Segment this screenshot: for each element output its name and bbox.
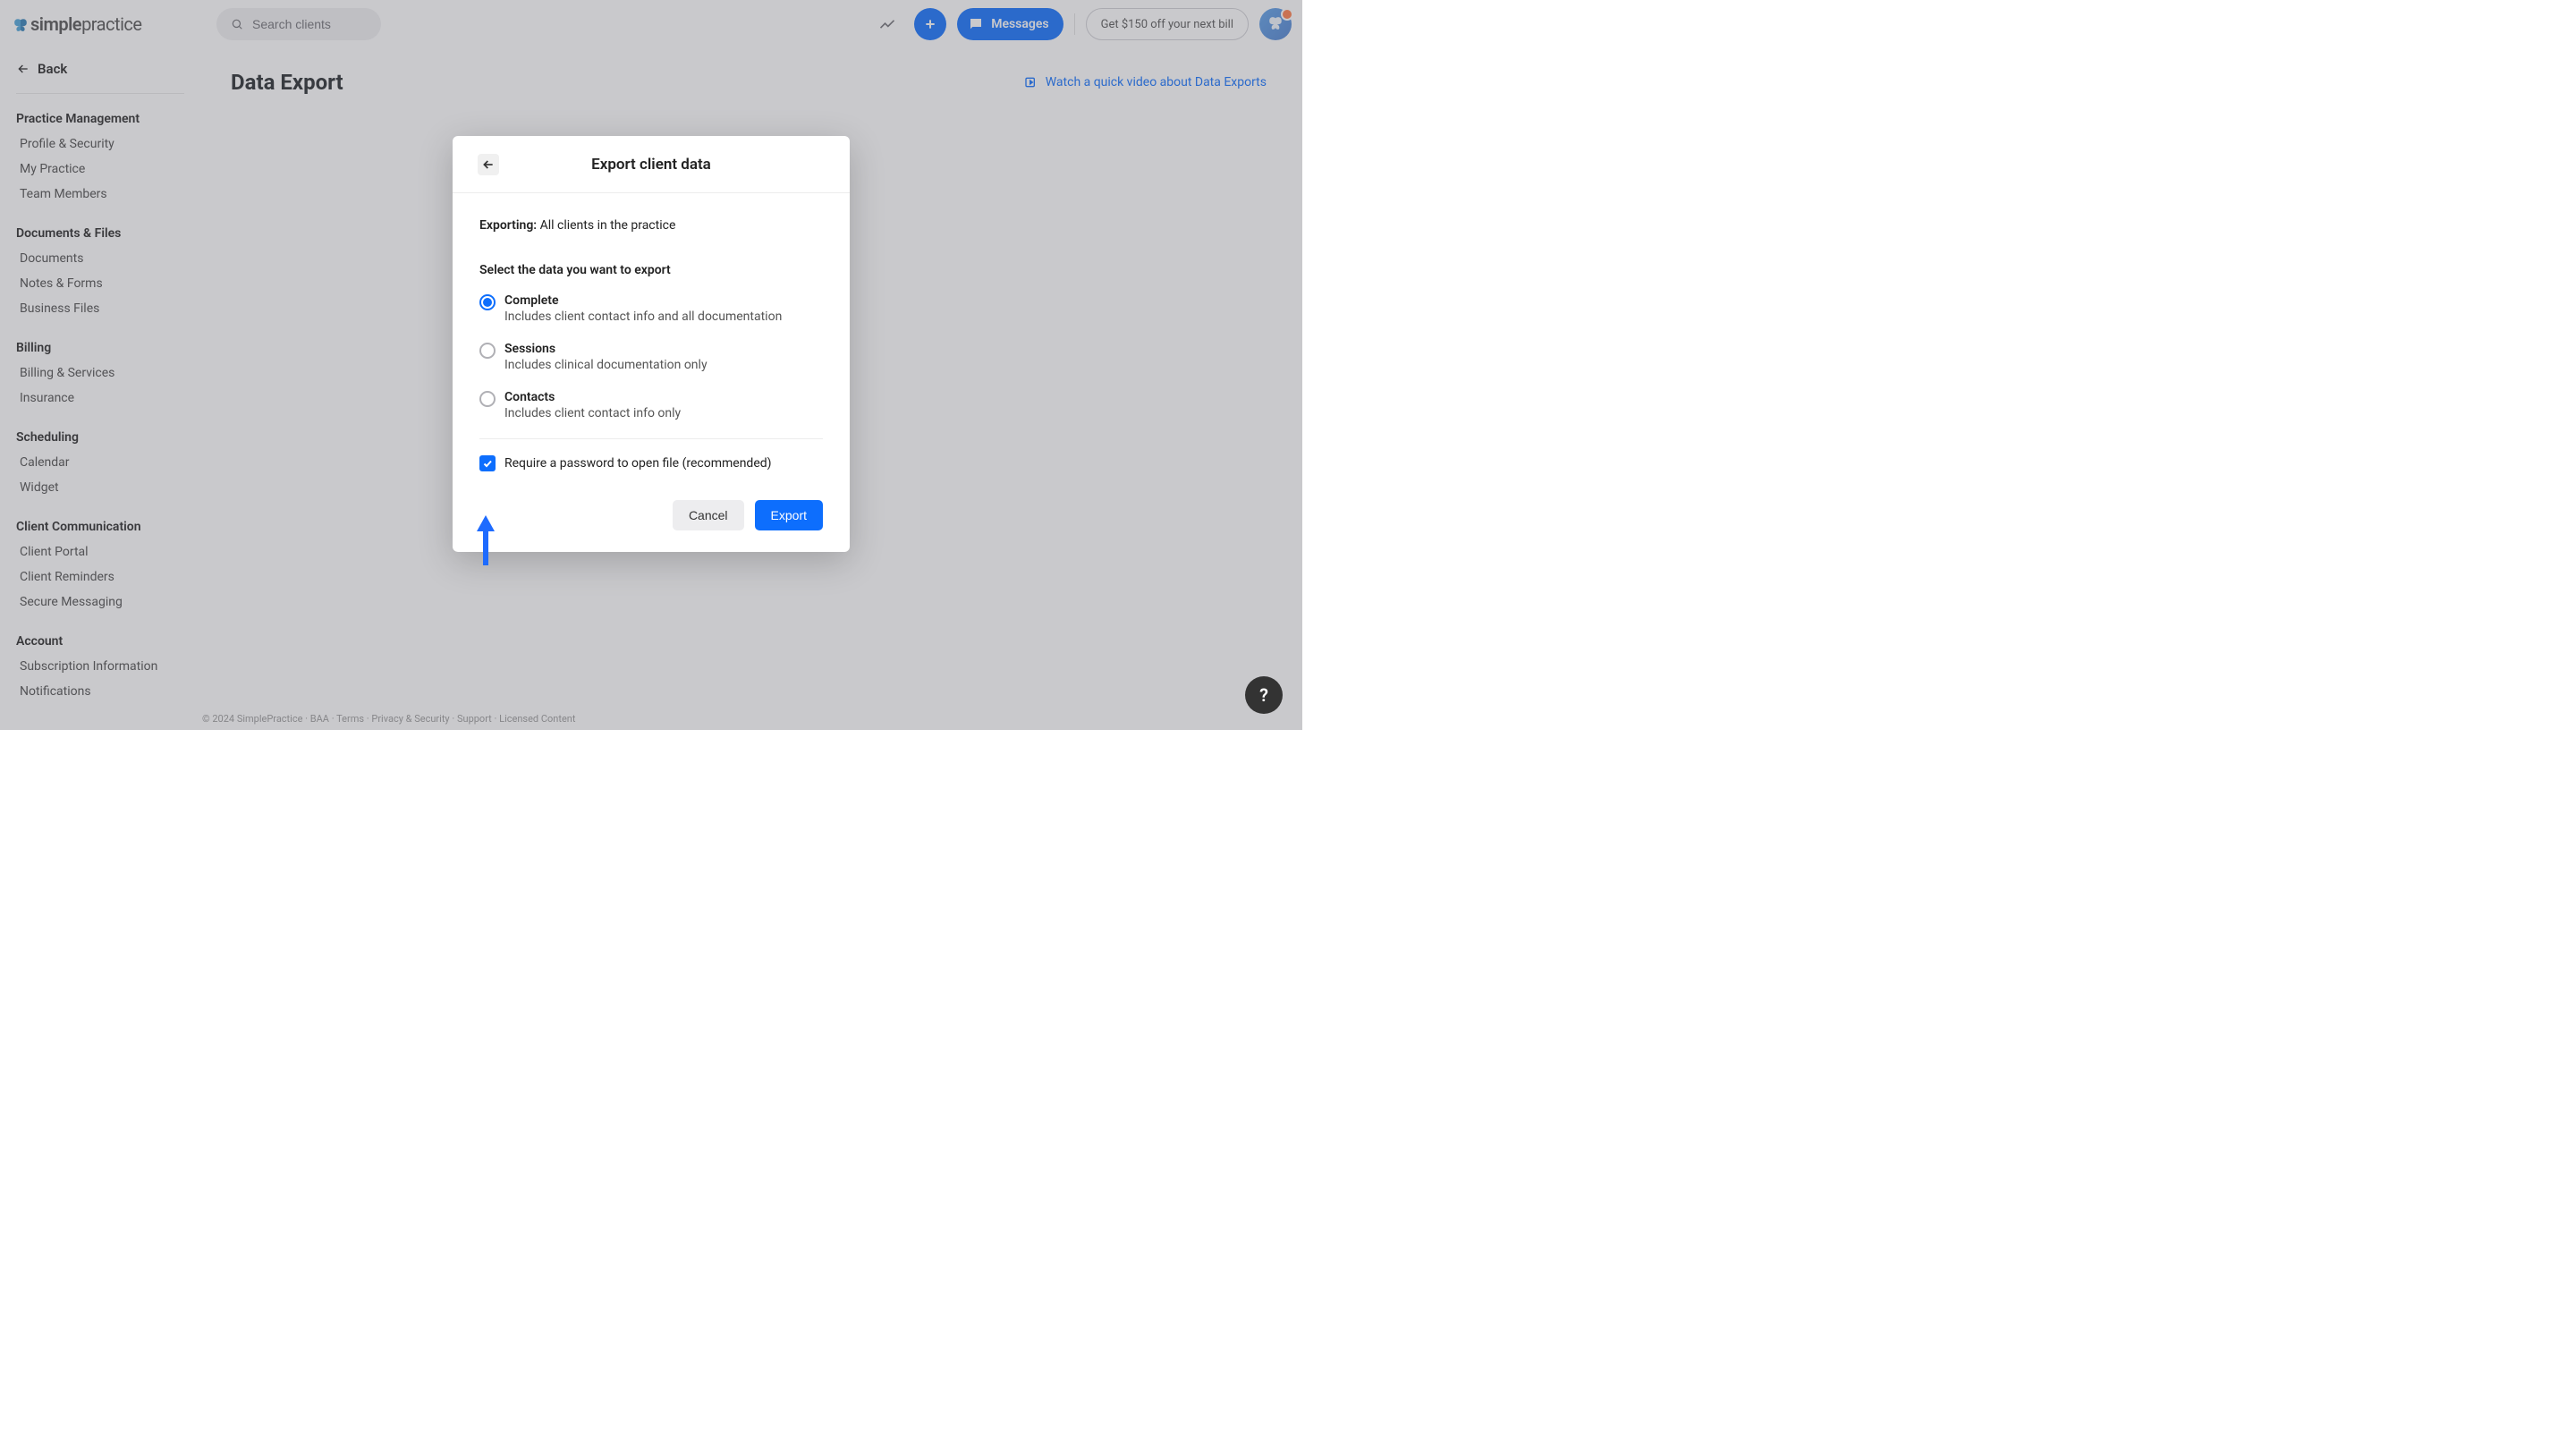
radio-title: Sessions: [504, 342, 708, 356]
modal-title: Export client data: [591, 156, 711, 174]
export-button[interactable]: Export: [755, 500, 823, 530]
export-option-row[interactable]: Complete Includes client contact info and…: [479, 293, 823, 324]
select-data-label: Select the data you want to export: [479, 263, 823, 277]
arrow-left-icon: [481, 157, 496, 172]
cancel-button[interactable]: Cancel: [673, 500, 744, 530]
password-checkbox[interactable]: [479, 455, 496, 471]
password-checkbox-label: Require a password to open file (recomme…: [504, 456, 772, 471]
radio-button[interactable]: [479, 294, 496, 310]
modal-back-button[interactable]: [478, 154, 499, 175]
radio-title: Contacts: [504, 390, 681, 404]
radio-desc: Includes client contact info and all doc…: [504, 310, 782, 324]
radio-button[interactable]: [479, 343, 496, 359]
radio-desc: Includes clinical documentation only: [504, 358, 708, 372]
export-modal: Export client data Exporting: All client…: [453, 136, 850, 552]
export-option-row[interactable]: Sessions Includes clinical documentation …: [479, 342, 823, 372]
check-icon: [482, 458, 493, 469]
export-option-row[interactable]: Contacts Includes client contact info onl…: [479, 390, 823, 420]
modal-divider: [479, 438, 823, 439]
radio-button[interactable]: [479, 391, 496, 407]
password-checkbox-row[interactable]: Require a password to open file (recomme…: [479, 455, 823, 471]
help-button[interactable]: ?: [1245, 676, 1283, 714]
radio-title: Complete: [504, 293, 782, 308]
radio-desc: Includes client contact info only: [504, 406, 681, 420]
exporting-summary: Exporting: All clients in the practice: [479, 218, 823, 233]
